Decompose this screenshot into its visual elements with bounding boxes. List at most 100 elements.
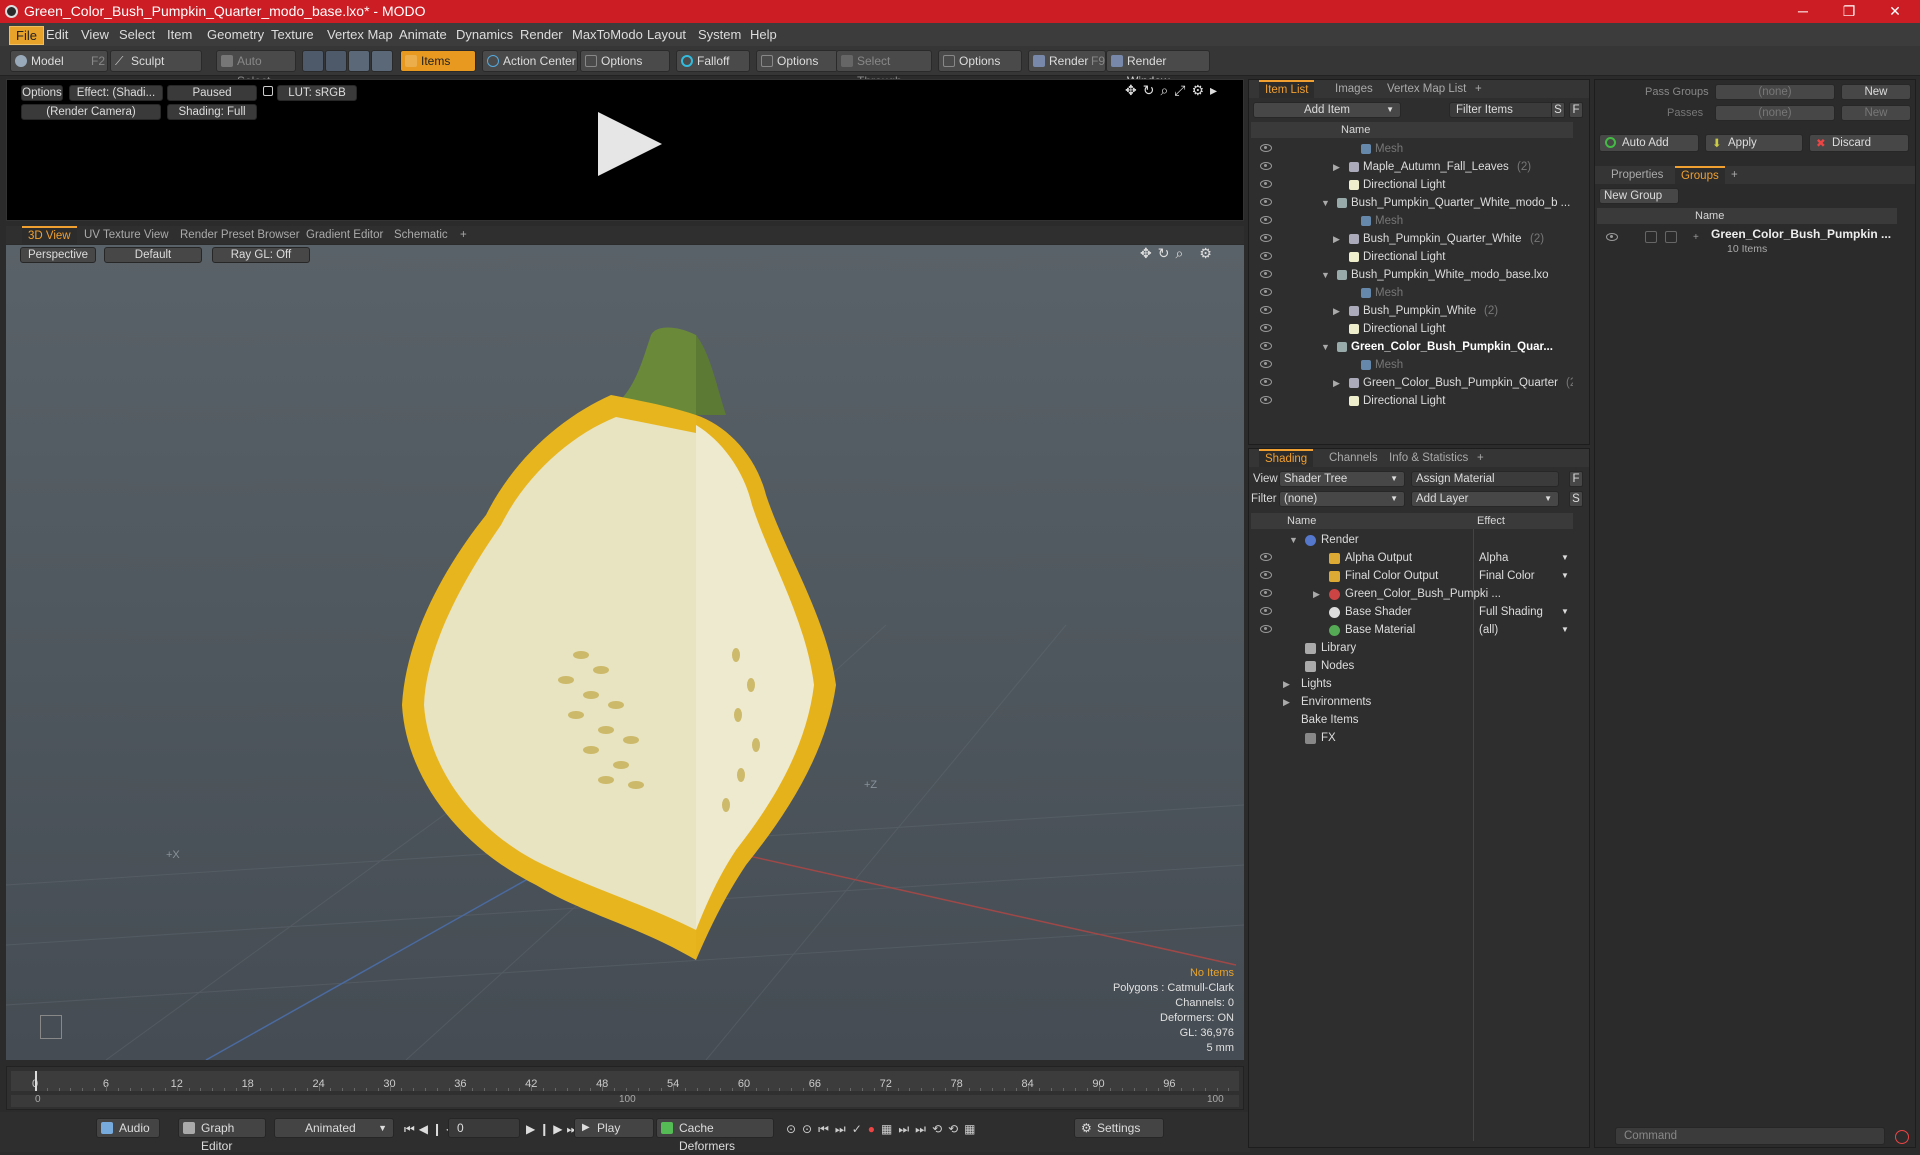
item-row[interactable]: Directional Light <box>1251 320 1573 338</box>
graph-editor-button[interactable]: Graph Editor <box>178 1118 266 1153</box>
tab-render-preset-browser[interactable]: Render Preset Browser <box>174 226 306 244</box>
preview-nav-icons[interactable]: ✥↻⌕⤢⚙▸ <box>1125 82 1223 99</box>
chevron-right-icon[interactable]: ▶ <box>1283 693 1290 711</box>
item-row[interactable]: ▼ Bush_Pumpkin_Quarter_White_modo_b ... <box>1251 194 1573 212</box>
action-center-button[interactable]: Action Center <box>482 50 578 72</box>
chevron-right-icon[interactable]: ▶ <box>1283 675 1290 693</box>
assign-material-input[interactable]: Assign Material <box>1411 471 1559 487</box>
eye-icon[interactable] <box>1260 342 1272 350</box>
effect-dropdown[interactable]: Final Color <box>1479 567 1535 585</box>
chevron-right-icon[interactable]: ▶ <box>1333 374 1340 392</box>
tab-channels[interactable]: Channels <box>1323 449 1384 467</box>
lock-icon[interactable] <box>263 86 273 96</box>
chevron-down-icon[interactable]: ▼ <box>1321 338 1330 356</box>
action-center-options-button[interactable]: Options <box>580 50 670 72</box>
eye-icon[interactable] <box>1260 144 1272 152</box>
tab-images[interactable]: Images <box>1329 80 1379 98</box>
tab-item-list[interactable]: Item List <box>1259 80 1315 98</box>
3d-viewport[interactable]: +X +Z Perspective Default Ray GL: Off ✥↻… <box>6 245 1244 1060</box>
settings-button[interactable]: ⚙ Settings <box>1074 1118 1164 1138</box>
eye-icon[interactable] <box>1260 216 1272 224</box>
tab-add[interactable]: + <box>1725 166 1744 184</box>
pass-groups-new-button[interactable]: New <box>1841 84 1911 100</box>
menu-render[interactable]: Render <box>514 26 569 43</box>
chevron-right-icon[interactable]: ▶ <box>1333 230 1340 248</box>
edges-mode-button[interactable] <box>325 50 347 72</box>
effect-dropdown[interactable]: (all) <box>1479 621 1498 639</box>
eye-icon[interactable] <box>1606 233 1618 241</box>
tab-schematic[interactable]: Schematic <box>388 226 454 244</box>
chevron-down-icon[interactable]: ▼ <box>1561 567 1569 585</box>
render-window-button[interactable]: Render Window <box>1106 50 1210 88</box>
filter-dropdown[interactable]: (none) ▼ <box>1279 491 1405 507</box>
tab-uv-texture-view[interactable]: UV Texture View <box>78 226 175 244</box>
style-dropdown[interactable]: Default <box>104 247 202 263</box>
viewport-nav-icons[interactable]: ✥↻⌕ ⚙ <box>1140 245 1218 262</box>
menu-animate[interactable]: Animate <box>393 26 453 43</box>
eye-icon[interactable] <box>1260 270 1272 278</box>
tab-groups[interactable]: Groups <box>1675 166 1725 184</box>
shader-row[interactable]: Nodes <box>1251 657 1573 675</box>
apply-button[interactable]: ⬇ Apply <box>1705 134 1803 152</box>
preview-options-button[interactable]: Options <box>21 85 63 101</box>
frame-input[interactable]: 0 <box>448 1118 520 1138</box>
shader-row[interactable]: ▼ Render <box>1251 531 1573 549</box>
select-options-button[interactable]: Options <box>938 50 1022 72</box>
item-row[interactable]: ▼ Bush_Pumpkin_White_modo_base.lxo <box>1251 266 1573 284</box>
item-row[interactable]: ▼ Green_Color_Bush_Pumpkin_Quar... <box>1251 338 1573 356</box>
preview-effect-dropdown[interactable]: Effect: (Shadi... <box>69 85 163 101</box>
eye-icon[interactable] <box>1260 324 1272 332</box>
chevron-down-icon[interactable]: ▼ <box>1561 621 1569 639</box>
item-row[interactable]: ▶ Maple_Autumn_Fall_Leaves (2) <box>1251 158 1573 176</box>
eye-icon[interactable] <box>1260 252 1272 260</box>
timeline[interactable]: 06121824303642485460667278849096 0 100 1… <box>6 1066 1244 1110</box>
vertices-mode-button[interactable] <box>302 50 324 72</box>
eye-icon[interactable] <box>1260 396 1272 404</box>
expand-icon[interactable]: + <box>1693 232 1699 243</box>
eye-icon[interactable] <box>1260 234 1272 242</box>
item-row[interactable]: Directional Light <box>1251 392 1573 410</box>
discard-button[interactable]: ✖ Discard <box>1809 134 1909 152</box>
tab-add[interactable]: + <box>1471 449 1490 467</box>
minimize-button[interactable]: ─ <box>1780 0 1826 23</box>
shader-row[interactable]: ▶ Environments <box>1251 693 1573 711</box>
menu-maxtomodo[interactable]: MaxToModo <box>566 26 649 43</box>
effect-dropdown[interactable]: Alpha <box>1479 549 1508 567</box>
command-input[interactable]: Command <box>1615 1127 1885 1145</box>
menu-dynamics[interactable]: Dynamics <box>450 26 519 43</box>
item-row[interactable]: ▶ Bush_Pumpkin_White (2) <box>1251 302 1573 320</box>
view-dropdown[interactable]: Shader Tree ▼ <box>1279 471 1405 487</box>
animated-dropdown[interactable]: Animated ▼ <box>274 1118 394 1138</box>
eye-icon[interactable] <box>1260 288 1272 296</box>
eye-icon[interactable] <box>1260 607 1272 615</box>
tab-vertex-map-list[interactable]: Vertex Map List <box>1381 80 1472 98</box>
menu-vertex-map[interactable]: Vertex Map <box>321 26 399 43</box>
key-tools-icons[interactable]: ⊙⊙⏮⏭✓●▦⏭⏭⟲⟲▦ <box>786 1122 981 1137</box>
chevron-down-icon[interactable]: ▼ <box>1321 266 1330 284</box>
menu-view[interactable]: View <box>75 26 115 43</box>
chevron-down-icon[interactable]: ▼ <box>1561 603 1569 621</box>
menu-texture[interactable]: Texture <box>265 26 320 43</box>
eye-icon[interactable] <box>1260 360 1272 368</box>
new-group-button[interactable]: New Group <box>1599 188 1679 204</box>
search-s-button[interactable]: S <box>1551 102 1565 118</box>
pumpkin-model[interactable] <box>366 325 856 965</box>
item-row[interactable]: ▶ Green_Color_Bush_Pumpkin_Quarter (2) <box>1251 374 1573 392</box>
group-row[interactable]: + Green_Color_Bush_Pumpkin ... 10 Items <box>1597 226 1897 260</box>
materials-mode-button[interactable] <box>371 50 393 72</box>
assign-f-button[interactable]: F <box>1569 471 1583 487</box>
play-button[interactable]: ▶ Play <box>574 1118 654 1138</box>
menu-layout[interactable]: Layout <box>641 26 692 43</box>
chevron-down-icon[interactable]: ▼ <box>1321 194 1330 212</box>
select-through-button[interactable]: Select Through <box>836 50 932 88</box>
item-row[interactable]: Mesh <box>1251 140 1573 158</box>
tab-add[interactable]: + <box>454 226 473 244</box>
chevron-right-icon[interactable]: ▶ <box>1333 302 1340 320</box>
close-button[interactable]: ✕ <box>1872 0 1918 23</box>
filter-f-button[interactable]: F <box>1569 102 1583 118</box>
audio-button[interactable]: Audio <box>96 1118 160 1138</box>
menu-help[interactable]: Help <box>744 26 783 43</box>
eye-icon[interactable] <box>1260 378 1272 386</box>
shader-row[interactable]: Base Material (all) ▼ <box>1251 621 1573 639</box>
tab-add[interactable]: + <box>1469 80 1488 98</box>
